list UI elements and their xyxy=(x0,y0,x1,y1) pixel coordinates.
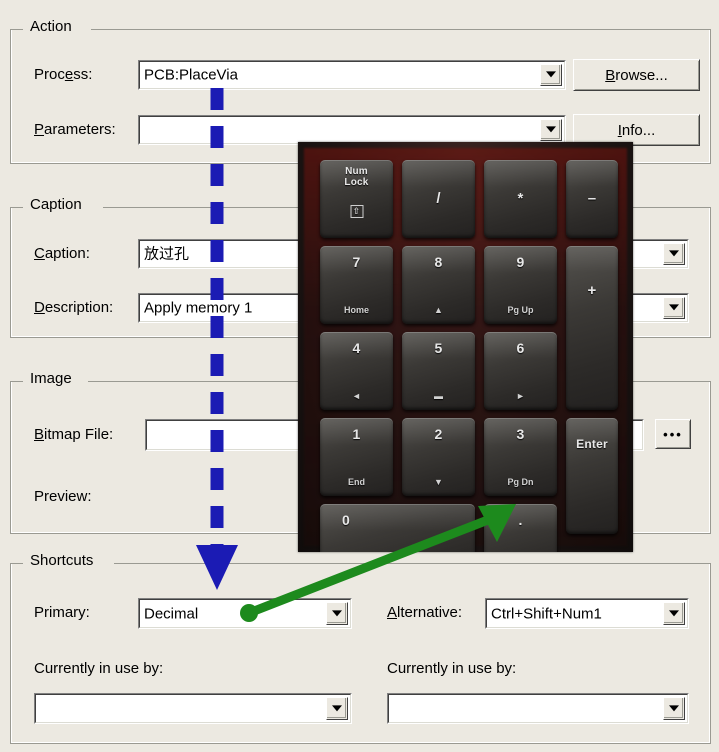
numpad-key-divide: / xyxy=(402,160,475,238)
chevron-down-icon xyxy=(546,71,556,78)
alternative-in-use-dropdown-button[interactable] xyxy=(663,697,685,720)
description-label-post: escription: xyxy=(44,299,114,316)
alternative-label-accel: A xyxy=(387,604,398,621)
numpad-key-7: 7 Home xyxy=(320,246,393,324)
primary-label: Primary: xyxy=(34,604,90,621)
numpad-key-5: 5 ▬ xyxy=(402,332,475,410)
numpad-key-multiply: * xyxy=(484,160,557,238)
caption-label: Caption: xyxy=(34,245,90,263)
primary-value: Decimal xyxy=(144,605,199,622)
bitmap-file-label: Bitmap File: xyxy=(34,426,113,444)
primary-in-use-label: Currently in use by: xyxy=(34,660,164,677)
browse-button-accel: B xyxy=(605,66,616,84)
chevron-down-icon xyxy=(669,250,679,257)
caption-label-accel: C xyxy=(34,245,45,262)
bitmap-file-label-accel: B xyxy=(34,426,45,443)
chevron-down-icon xyxy=(669,609,679,616)
process-value: PCB:PlaceVia xyxy=(144,66,238,84)
ellipsis-icon: ••• xyxy=(663,426,683,442)
chevron-down-icon xyxy=(669,704,679,711)
parameters-label-post: arameters: xyxy=(44,121,116,138)
primary-in-use-dropdown-button[interactable] xyxy=(326,697,348,720)
alternative-combo[interactable]: Ctrl+Shift+Num1 xyxy=(485,598,689,629)
alternative-label-post: lternative: xyxy=(397,604,463,621)
chevron-down-icon xyxy=(332,609,342,616)
process-dropdown-button[interactable] xyxy=(540,64,562,86)
parameters-dropdown-button[interactable] xyxy=(540,119,562,141)
description-dropdown-button[interactable] xyxy=(663,297,685,319)
process-label-pre: Proc xyxy=(34,66,65,83)
process-label-accel: e xyxy=(64,66,74,83)
alternative-in-use-combo[interactable] xyxy=(387,693,689,724)
numpad-key-numlock: Num Lock ⇧ xyxy=(320,160,393,238)
numpad-key-1: 1 End xyxy=(320,418,393,496)
description-value: Apply memory 1 xyxy=(144,299,253,317)
numpad-key-decimal: . Del xyxy=(484,504,557,552)
group-shortcuts-legend: Shortcuts xyxy=(25,552,99,570)
bitmap-file-label-post: itmap File: xyxy=(44,426,114,443)
numpad-key-2: 2 ▼ xyxy=(402,418,475,496)
group-action-legend: Action xyxy=(25,18,77,36)
preview-label: Preview: xyxy=(34,488,92,505)
browse-button-rest: rowse... xyxy=(615,66,668,84)
numpad-key-4: 4 ◄ xyxy=(320,332,393,410)
chevron-down-icon xyxy=(669,304,679,311)
parameters-label: Parameters: xyxy=(34,121,116,139)
chevron-down-icon xyxy=(332,704,342,711)
numpad-key-8: 8 ▲ xyxy=(402,246,475,324)
numpad-key-enter: Enter xyxy=(566,418,618,534)
primary-combo[interactable]: Decimal xyxy=(138,598,352,629)
numpad-key-6: 6 ► xyxy=(484,332,557,410)
info-button-rest: nfo... xyxy=(621,121,656,139)
numpad-key-3: 3 Pg Dn xyxy=(484,418,557,496)
process-label-post: ss: xyxy=(73,66,93,83)
description-label-accel: D xyxy=(34,299,45,316)
numpad-key-9: 9 Pg Up xyxy=(484,246,557,324)
caption-dropdown-button[interactable] xyxy=(663,243,685,265)
numpad-key-0: 0 Ins xyxy=(320,504,475,552)
parameters-combo[interactable] xyxy=(138,115,566,145)
primary-in-use-combo[interactable] xyxy=(34,693,352,724)
alternative-value: Ctrl+Shift+Num1 xyxy=(491,605,602,622)
bitmap-file-browse-button[interactable]: ••• xyxy=(655,419,691,449)
group-caption-legend: Caption xyxy=(25,196,87,214)
browse-button[interactable]: Browse... xyxy=(573,59,700,91)
parameters-label-accel: P xyxy=(34,121,45,138)
primary-dropdown-button[interactable] xyxy=(326,602,348,625)
alternative-in-use-label: Currently in use by: xyxy=(387,660,517,677)
process-combo[interactable]: PCB:PlaceVia xyxy=(138,60,566,90)
numpad-photo-overlay: Num Lock ⇧ / * – 7 Home 8 ▲ 9 Pg Up + 4 … xyxy=(298,142,633,552)
alternative-dropdown-button[interactable] xyxy=(663,602,685,625)
caption-label-post: aption: xyxy=(44,245,90,262)
numpad-key-numlock-major: Num Lock xyxy=(344,166,369,189)
numpad-key-minus: – xyxy=(566,160,618,238)
chevron-down-icon xyxy=(546,126,556,133)
process-label: Process: xyxy=(34,66,92,84)
description-label: Description: xyxy=(34,299,113,317)
numpad-key-plus: + xyxy=(566,246,618,410)
numpad-key-numlock-minor: ⇧ xyxy=(350,204,363,218)
caption-value: 放过孔 xyxy=(144,245,190,263)
alternative-label: Alternative: xyxy=(387,604,462,622)
dialog-root: Action Process: PCB:PlaceVia Browse... P… xyxy=(0,0,719,752)
group-image-legend: Image xyxy=(25,370,77,388)
